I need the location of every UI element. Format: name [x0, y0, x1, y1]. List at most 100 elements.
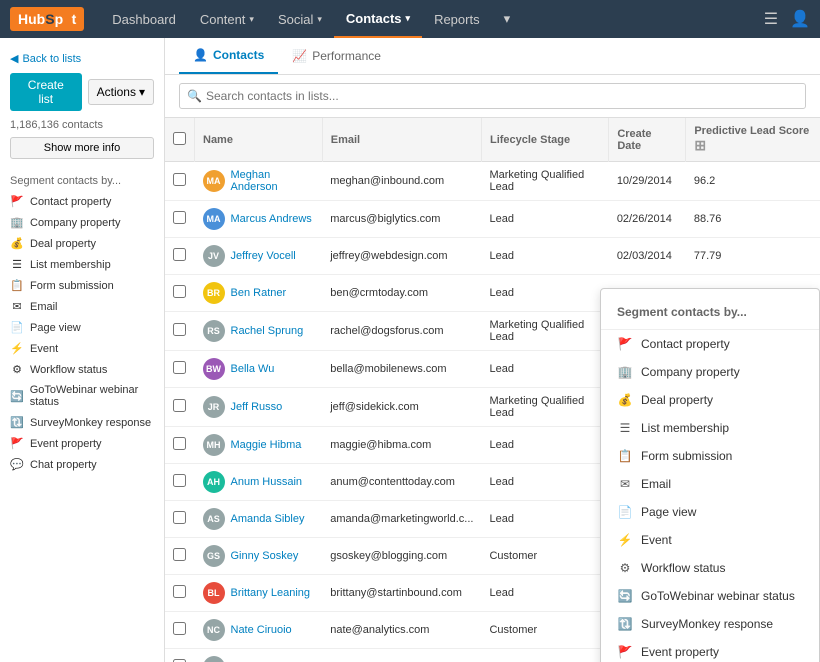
row-checkbox-cell[interactable]: [165, 501, 195, 538]
avatar: BR: [203, 282, 225, 304]
lifecycle-stage-cell: Lead: [481, 501, 608, 538]
nav-content[interactable]: Content ▾: [188, 0, 266, 38]
user-icon[interactable]: 👤: [790, 9, 810, 29]
contact-name-link[interactable]: BW Bella Wu: [203, 358, 315, 380]
search-icon: 🔍: [187, 89, 202, 103]
sidebar-item-list-membership[interactable]: ☰ List membership: [0, 254, 164, 275]
sidebar-item-company-property[interactable]: 🏢 Company property: [0, 212, 164, 233]
dropdown-item-event[interactable]: ⚡ Event: [601, 526, 819, 554]
column-options-icon[interactable]: ⊞: [694, 137, 706, 153]
contacts-tab-icon: 👤: [193, 48, 208, 62]
list-membership-icon: ☰: [10, 258, 24, 271]
contact-email-cell: gsoskey@blogging.com: [322, 538, 481, 575]
contact-name-link[interactable]: NC Nate Ciruoio: [203, 619, 315, 641]
dropdown-item-contact-property[interactable]: 🚩 Contact property: [601, 330, 819, 358]
avatar: AH: [203, 471, 225, 493]
contact-name-link[interactable]: MA Marcus Andrews: [203, 208, 315, 230]
contact-name-cell: KB Kipp Bodnar: [195, 649, 323, 662]
dropdown-list-membership-icon: ☰: [617, 421, 633, 435]
dropdown-item-deal-property[interactable]: 💰 Deal property: [601, 386, 819, 414]
hamburger-icon[interactable]: ☰: [764, 9, 778, 29]
sidebar-item-workflow-status[interactable]: ⚙ Workflow status: [0, 359, 164, 380]
dropdown-item-email[interactable]: ✉ Email: [601, 470, 819, 498]
tab-contacts[interactable]: 👤 Contacts: [179, 38, 278, 74]
dropdown-event-icon: ⚡: [617, 533, 633, 547]
sidebar-item-contact-property[interactable]: 🚩 Contact property: [0, 191, 164, 212]
row-checkbox-cell[interactable]: [165, 162, 195, 201]
contact-name-text: Bella Wu: [231, 363, 275, 375]
search-input-wrap: 🔍: [179, 83, 806, 109]
contact-name-link[interactable]: MA Meghan Anderson: [203, 169, 315, 193]
contact-name-cell: RS Rachel Sprung: [195, 312, 323, 351]
event-property-icon: 🚩: [10, 437, 24, 450]
contact-name-link[interactable]: RS Rachel Sprung: [203, 320, 315, 342]
row-checkbox-cell[interactable]: [165, 575, 195, 612]
dropdown-deal-property-icon: 💰: [617, 393, 633, 407]
row-checkbox-cell[interactable]: [165, 427, 195, 464]
contact-name-text: Marcus Andrews: [231, 213, 312, 225]
actions-button[interactable]: Actions ▾: [88, 79, 154, 105]
select-all-header[interactable]: [165, 118, 195, 162]
dropdown-item-workflow-status[interactable]: ⚙ Workflow status: [601, 554, 819, 582]
dropdown-item-list-membership[interactable]: ☰ List membership: [601, 414, 819, 442]
contact-name-link[interactable]: BL Brittany Leaning: [203, 582, 315, 604]
row-checkbox-cell[interactable]: [165, 388, 195, 427]
sidebar-item-email[interactable]: ✉ Email: [0, 296, 164, 317]
row-checkbox-cell[interactable]: [165, 464, 195, 501]
dropdown-item-event-property[interactable]: 🚩 Event property: [601, 638, 819, 662]
dropdown-item-company-property[interactable]: 🏢 Company property: [601, 358, 819, 386]
sidebar-item-gotowebinar[interactable]: 🔄 GoToWebinar webinar status: [0, 380, 164, 412]
contact-name-link[interactable]: AS Amanda Sibley: [203, 508, 315, 530]
row-checkbox-cell[interactable]: [165, 612, 195, 649]
show-more-info-button[interactable]: Show more info: [10, 137, 154, 159]
sidebar-item-event[interactable]: ⚡ Event: [0, 338, 164, 359]
sidebar-item-page-view[interactable]: 📄 Page view: [0, 317, 164, 338]
nav-social[interactable]: Social ▾: [266, 0, 334, 38]
contact-name-cell: AH Anum Hussain: [195, 464, 323, 501]
segment-dropdown: Segment contacts by... 🚩 Contact propert…: [600, 288, 820, 662]
contact-name-link[interactable]: AH Anum Hussain: [203, 471, 315, 493]
event-icon: ⚡: [10, 342, 24, 355]
tab-performance[interactable]: 📈 Performance: [278, 38, 395, 74]
nav-contacts[interactable]: Contacts ▾: [334, 0, 422, 38]
avatar: BW: [203, 358, 225, 380]
contacts-count: 1,186,136 contacts: [0, 119, 164, 137]
contact-email-cell: kbodnar@b2bmarketer.com: [322, 649, 481, 662]
table-row: JV Jeffrey Vocell jeffrey@webdesign.com …: [165, 238, 820, 275]
dropdown-item-form-submission[interactable]: 📋 Form submission: [601, 442, 819, 470]
row-checkbox-cell[interactable]: [165, 275, 195, 312]
sidebar-item-form-submission[interactable]: 📋 Form submission: [0, 275, 164, 296]
contact-name-link[interactable]: MH Maggie Hibma: [203, 434, 315, 456]
back-to-lists[interactable]: ◀ Back to lists: [0, 48, 164, 73]
create-list-button[interactable]: Create list: [10, 73, 82, 111]
sidebar-item-surveymonkey[interactable]: 🔃 SurveyMonkey response: [0, 412, 164, 433]
table-row: MA Marcus Andrews marcus@biglytics.com L…: [165, 201, 820, 238]
sidebar-item-event-property[interactable]: 🚩 Event property: [0, 433, 164, 454]
contact-email-cell: brittany@startinbound.com: [322, 575, 481, 612]
contact-name-link[interactable]: BR Ben Ratner: [203, 282, 315, 304]
dropdown-item-gotowebinar[interactable]: 🔄 GoToWebinar webinar status: [601, 582, 819, 610]
dropdown-gotowebinar-icon: 🔄: [617, 589, 633, 603]
sidebar-item-chat-property[interactable]: 💬 Chat property: [0, 454, 164, 475]
sidebar-button-row: Create list Actions ▾: [0, 73, 164, 119]
search-input[interactable]: [179, 83, 806, 109]
content-area: 👤 Contacts 📈 Performance 🔍 Name: [165, 38, 820, 662]
dropdown-item-page-view[interactable]: 📄 Page view: [601, 498, 819, 526]
contact-name-link[interactable]: JR Jeff Russo: [203, 396, 315, 418]
sidebar-item-deal-property[interactable]: 💰 Deal property: [0, 233, 164, 254]
contact-name-link[interactable]: GS Ginny Soskey: [203, 545, 315, 567]
row-checkbox-cell[interactable]: [165, 238, 195, 275]
row-checkbox-cell[interactable]: [165, 312, 195, 351]
contacts-arrow: ▾: [406, 13, 411, 24]
row-checkbox-cell[interactable]: [165, 649, 195, 662]
row-checkbox-cell[interactable]: [165, 201, 195, 238]
dropdown-item-surveymonkey[interactable]: 🔃 SurveyMonkey response: [601, 610, 819, 638]
row-checkbox-cell[interactable]: [165, 538, 195, 575]
nav-reports[interactable]: Reports: [422, 0, 492, 38]
contact-name-text: Jeff Russo: [231, 401, 283, 413]
contact-name-link[interactable]: KB Kipp Bodnar: [203, 656, 315, 662]
nav-dashboard[interactable]: Dashboard: [100, 0, 188, 38]
contact-name-link[interactable]: JV Jeffrey Vocell: [203, 245, 315, 267]
nav-reports-item[interactable]: ▾: [492, 0, 523, 38]
row-checkbox-cell[interactable]: [165, 351, 195, 388]
